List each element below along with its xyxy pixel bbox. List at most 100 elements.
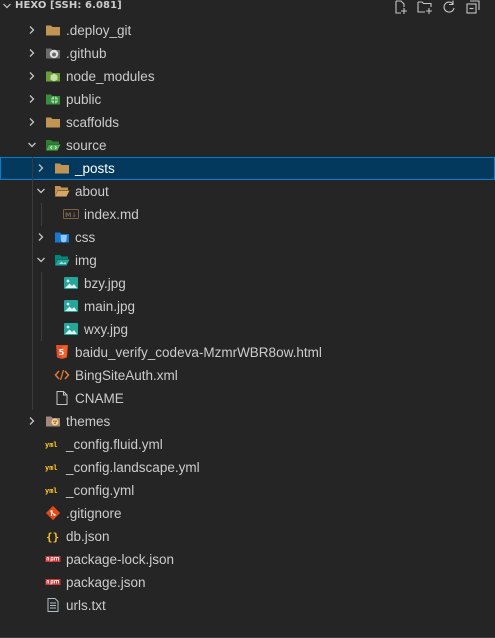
chevron-down-icon[interactable] [35, 254, 47, 266]
chevron-right-icon[interactable] [26, 116, 38, 128]
folder-row-scaffolds[interactable]: scaffolds [0, 111, 495, 134]
refresh-icon[interactable] [441, 0, 457, 14]
file-row-package-lock-json[interactable]: package-lock.json [0, 548, 495, 571]
file-row-main-jpg[interactable]: main.jpg [0, 295, 495, 318]
yaml-icon: yml [45, 441, 58, 449]
tree-item-label: _config.landscape.yml [66, 460, 200, 475]
chevron-down-icon[interactable] [26, 139, 38, 151]
text-file-icon [47, 598, 59, 612]
image-icon [64, 277, 78, 289]
indent-guide [32, 203, 33, 226]
chevron-right-icon[interactable] [26, 47, 38, 59]
images-folder-icon [55, 255, 70, 266]
tree-item-label: public [66, 92, 102, 107]
tree-item-label: db.json [66, 529, 110, 544]
indent-guide [41, 203, 42, 226]
tree-item-label: scaffolds [66, 115, 120, 130]
chevron-right-icon[interactable] [26, 93, 38, 105]
file-row-urls-txt[interactable]: urls.txt [0, 594, 495, 617]
source-folder-icon [46, 140, 61, 151]
svg-text:{}: {} [46, 531, 59, 544]
file-tree: .deploy_git .github node_modulespublic scaf… [0, 19, 495, 617]
indent-guide [32, 272, 33, 295]
tree-item-label: package.json [66, 575, 146, 590]
indent-guide [32, 157, 33, 180]
new-file-icon[interactable] [393, 0, 409, 14]
chevron-down-icon[interactable] [35, 185, 47, 197]
indent-guide [32, 180, 33, 203]
tree-item-label: source [66, 138, 107, 153]
indent-guide [41, 272, 42, 295]
markdown-icon: M↓ [63, 209, 79, 219]
tree-item-label: wxy.jpg [84, 322, 129, 337]
folder-row-themes[interactable]: themes [0, 410, 495, 433]
tree-item-label: css [75, 230, 96, 245]
chevron-right-icon[interactable] [26, 24, 38, 36]
svg-text:yml: yml [45, 487, 58, 495]
explorer-header[interactable]: HEXO [SSH: 6.081] [0, 0, 495, 14]
indent-guide [41, 318, 42, 341]
npm-icon [45, 579, 61, 585]
tree-item-label: .deploy_git [66, 23, 132, 38]
tree-item-label: _config.yml [66, 483, 135, 498]
workspace-title: HEXO [SSH: 6.081] [15, 0, 122, 11]
public-folder-icon [46, 94, 60, 105]
folder-row-about[interactable]: about [0, 180, 495, 203]
folder-row-public[interactable]: public [0, 88, 495, 111]
file-row-wxy-jpg[interactable]: wxy.jpg [0, 318, 495, 341]
file-row-config-yml[interactable]: yml _config.yml [0, 479, 495, 502]
chevron-down-icon[interactable] [2, 1, 12, 11]
folder-icon [46, 25, 60, 36]
image-icon [64, 323, 78, 335]
css-folder-icon [55, 232, 69, 243]
folder-row-img[interactable]: img [0, 249, 495, 272]
tree-item-label: about [75, 184, 109, 199]
tree-item-label: BingSiteAuth.xml [75, 368, 178, 383]
collapse-all-icon[interactable] [465, 0, 481, 14]
xml-icon [54, 369, 70, 381]
file-row-index-md[interactable]: M↓ index.md [0, 203, 495, 226]
folder-icon [55, 163, 69, 174]
folder-row-node-modules[interactable]: node_modules [0, 65, 495, 88]
svg-text:yml: yml [45, 464, 58, 472]
tree-item-label: themes [66, 414, 111, 429]
folder-row-source[interactable]: source [0, 134, 495, 157]
tree-item-label: _config.fluid.yml [66, 437, 163, 452]
indent-guide [32, 226, 33, 249]
new-folder-icon[interactable] [417, 0, 433, 14]
file-row-cname[interactable]: CNAME [0, 387, 495, 410]
file-row-config-landscape-yml[interactable]: yml _config.landscape.yml [0, 456, 495, 479]
file-row-package-json[interactable]: package.json [0, 571, 495, 594]
indent-guide [32, 364, 33, 387]
svg-text:5: 5 [59, 348, 65, 357]
tree-item-label: bzy.jpg [84, 276, 126, 291]
chevron-right-icon[interactable] [35, 162, 47, 174]
file-row-baidu-verify-codeva-mzmrwbr8ow-html[interactable]: 5 baidu_verify_codeva-MzmrWBR8ow.html [0, 341, 495, 364]
folder-icon [46, 117, 60, 128]
file-row-config-fluid-yml[interactable]: yml _config.fluid.yml [0, 433, 495, 456]
chevron-right-icon[interactable] [26, 70, 38, 82]
folder-row-css[interactable]: css [0, 226, 495, 249]
folder-row-posts[interactable]: _posts [0, 157, 495, 180]
folder-row-deploy-git[interactable]: .deploy_git [0, 19, 495, 42]
file-row-gitignore[interactable]: .gitignore [0, 502, 495, 525]
explorer-actions [393, 0, 481, 14]
file-row-db-json[interactable]: {} db.json [0, 525, 495, 548]
indent-guide [41, 295, 42, 318]
svg-text:M↓: M↓ [65, 211, 77, 219]
file-icon [56, 391, 68, 405]
git-icon [45, 505, 61, 521]
tree-item-label: baidu_verify_codeva-MzmrWBR8ow.html [75, 345, 322, 360]
indent-guide [32, 295, 33, 318]
file-row-bingsiteauth-xml[interactable]: BingSiteAuth.xml [0, 364, 495, 387]
chevron-right-icon[interactable] [35, 231, 47, 243]
chevron-right-icon[interactable] [26, 415, 38, 427]
github-folder-icon [46, 48, 60, 59]
tree-item-label: CNAME [75, 391, 124, 406]
explorer-panel: HEXO [SSH: 6.081] .deploy_git .github no… [0, 0, 495, 638]
file-row-bzy-jpg[interactable]: bzy.jpg [0, 272, 495, 295]
folder-open-icon [55, 186, 70, 197]
folder-row-github[interactable]: .github [0, 42, 495, 65]
tree-item-label: node_modules [66, 69, 155, 84]
indent-guide [32, 387, 33, 410]
